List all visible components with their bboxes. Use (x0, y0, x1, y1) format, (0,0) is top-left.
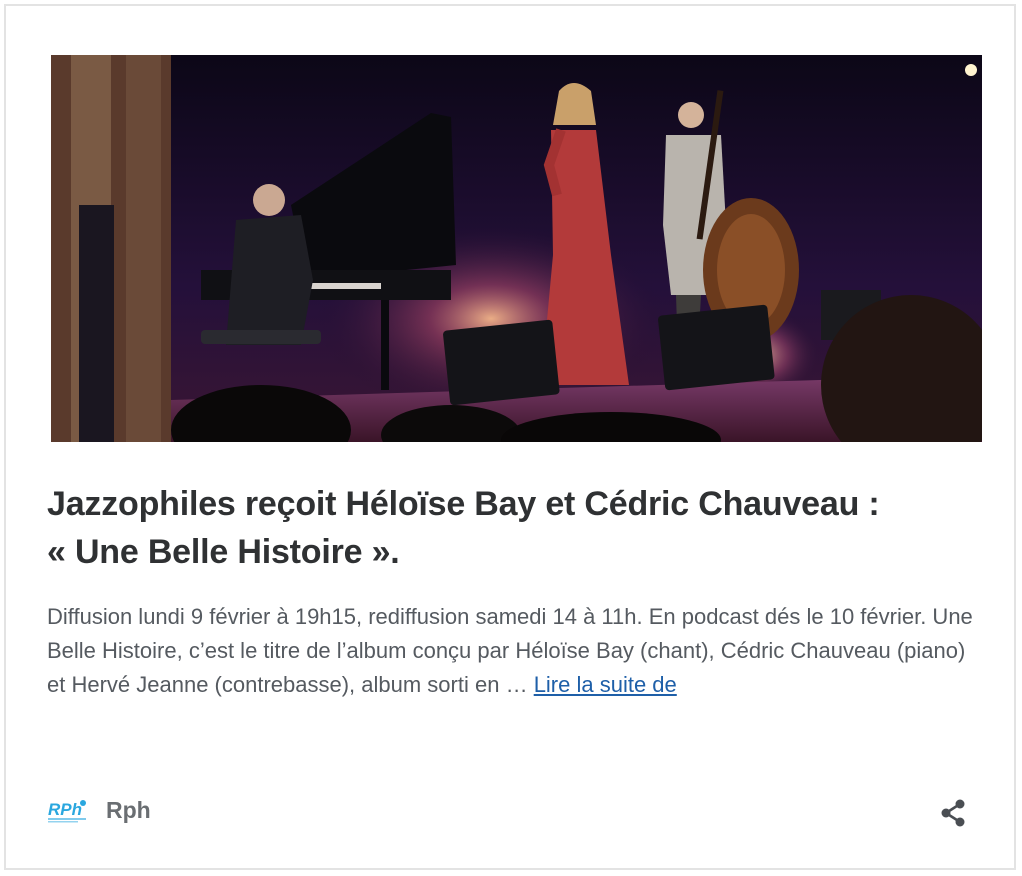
logo-text: RPh (48, 800, 82, 819)
share-button[interactable] (937, 797, 969, 829)
post-card: Jazzophiles reçoit Héloïse Bay et Cédric… (4, 4, 1016, 870)
post-excerpt: Diffusion lundi 9 février à 19h15, redif… (47, 600, 982, 702)
author-name[interactable]: Rph (106, 797, 151, 824)
excerpt-text: Diffusion lundi 9 février à 19h15, redif… (47, 604, 973, 697)
author-logo[interactable]: RPh (47, 795, 89, 825)
share-icon (941, 799, 965, 827)
post-title-line2: « Une Belle Histoire ». (47, 533, 400, 571)
read-more-link[interactable]: Lire la suite de (534, 672, 677, 697)
post-image[interactable] (51, 55, 982, 442)
post-title[interactable]: Jazzophiles reçoit Héloïse Bay et Cédric… (47, 480, 982, 576)
rph-logo-icon: RPh (48, 800, 86, 823)
post-title-line1: Jazzophiles reçoit Héloïse Bay et Cédric… (47, 485, 880, 523)
concert-photo (51, 55, 982, 442)
